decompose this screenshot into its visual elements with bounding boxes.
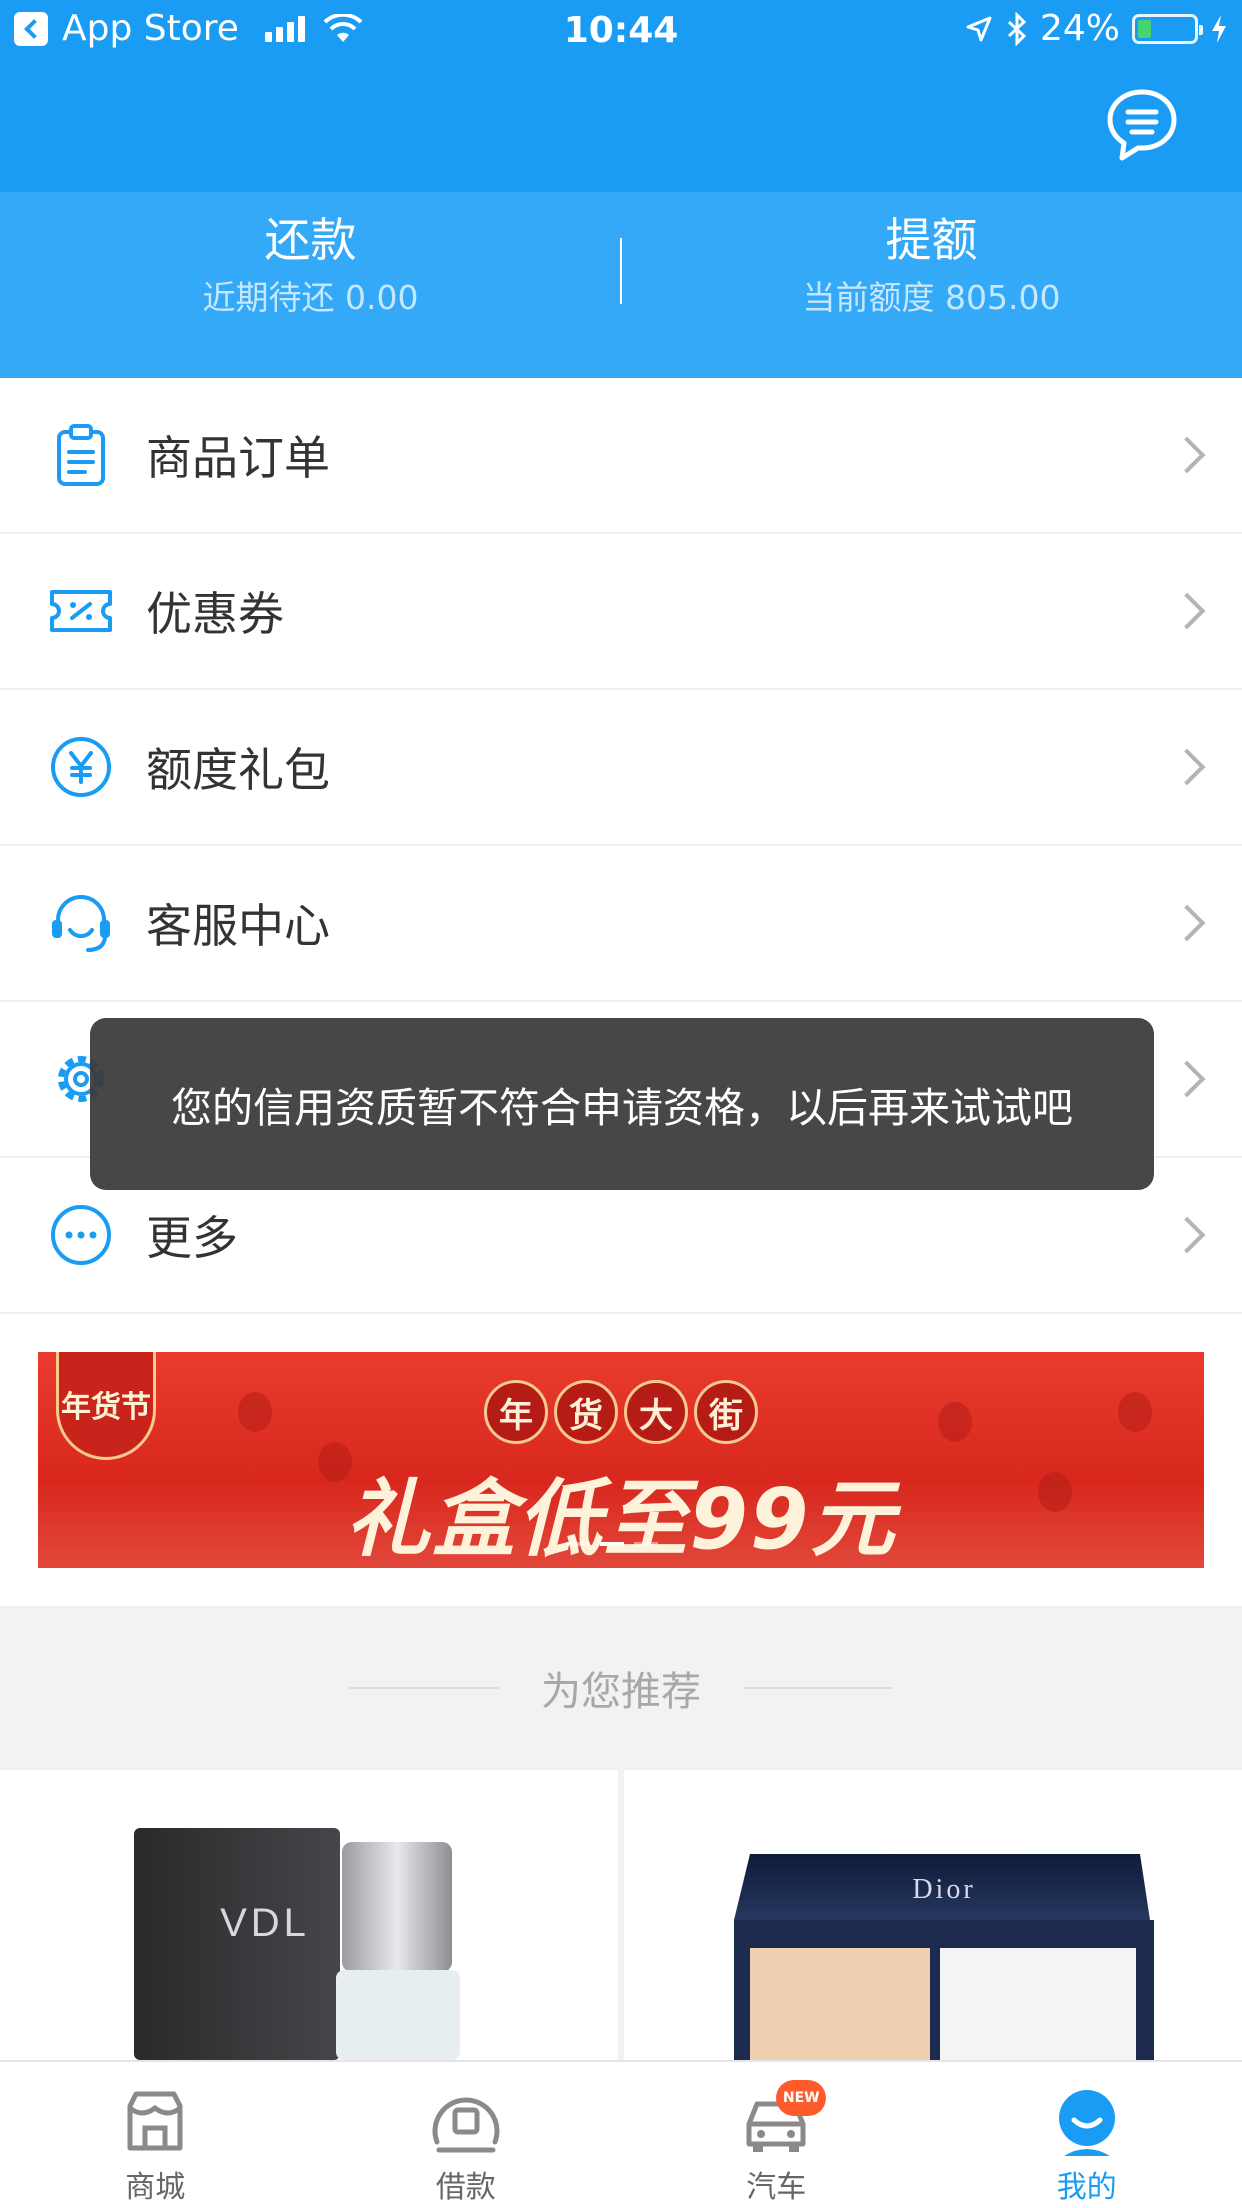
profile-icon <box>1058 2090 1115 2156</box>
quick-actions-divider <box>620 238 622 304</box>
product-brand-vdl: VDL <box>220 1901 310 1945</box>
product-brand-dior: Dior <box>912 1874 975 1905</box>
charging-icon <box>1212 14 1226 43</box>
banner-headline: 礼盒低至99元 <box>345 1470 897 1568</box>
divider-line <box>349 1687 499 1689</box>
menu-item-coupons[interactable]: 优惠券 <box>0 534 1242 690</box>
repay-subtitle: 近期待还 0.00 <box>202 278 419 317</box>
lantern-decoration <box>238 1392 272 1432</box>
product-grid: VDL Dior <box>0 1770 1242 2060</box>
banner-circle-char: 街 <box>694 1380 758 1444</box>
toast-message: 您的信用资质暂不符合申请资格，以后再来试试吧 <box>90 1018 1154 1190</box>
banner-ribbon: 年货节 <box>56 1352 156 1460</box>
promo-banner[interactable]: 年货节 年 货 大 街 礼盒低至99元 <box>38 1352 1204 1568</box>
menu-item-label: 额度礼包 <box>146 743 330 797</box>
tab-label: 借款 <box>435 2170 496 2205</box>
product-image: Dior <box>734 1854 1154 2060</box>
bluetooth-icon <box>1007 11 1027 46</box>
banner-circle-char: 大 <box>624 1380 688 1444</box>
chevron-right-icon <box>1168 592 1206 630</box>
raise-limit-subtitle: 当前额度 805.00 <box>802 278 1061 317</box>
product-card[interactable]: Dior <box>624 1770 1242 2060</box>
product-image: VDL <box>134 1828 460 2060</box>
menu-item-label: 优惠券 <box>146 587 284 641</box>
header <box>0 62 1242 192</box>
menu-item-credit-gift[interactable]: 额度礼包 <box>0 690 1242 846</box>
banner-circle-char: 年 <box>484 1380 548 1444</box>
tab-bar: 商城 借款 NEW 汽车 我的 <box>0 2060 1242 2208</box>
banner-circle-title: 年 货 大 街 <box>484 1380 758 1444</box>
pagination-dot[interactable] <box>600 1542 624 1546</box>
banner-pagination <box>566 1542 658 1546</box>
more-icon <box>51 1205 111 1265</box>
tab-label: 我的 <box>1056 2170 1117 2205</box>
recommend-header: 为您推荐 <box>0 1606 1242 1770</box>
pagination-dot[interactable] <box>634 1542 658 1546</box>
chevron-right-icon <box>1168 436 1206 474</box>
toast-text: 您的信用资质暂不符合申请资格，以后再来试试吧 <box>171 1084 1073 1132</box>
chevron-right-icon <box>1168 748 1206 786</box>
loan-icon <box>432 2097 500 2153</box>
coupon-icon <box>50 590 112 632</box>
tab-label: 汽车 <box>746 2170 807 2205</box>
raise-limit-title: 提额 <box>885 213 978 267</box>
tab-car[interactable]: NEW 汽车 <box>621 2062 932 2208</box>
chevron-right-icon <box>1168 1216 1206 1254</box>
clipboard-icon <box>57 424 105 486</box>
menu-item-label: 客服中心 <box>146 899 330 953</box>
new-badge: NEW <box>776 2080 827 2116</box>
lantern-decoration <box>938 1402 972 1442</box>
menu-item-orders[interactable]: 商品订单 <box>0 378 1242 534</box>
location-icon <box>966 16 992 41</box>
pagination-dot[interactable] <box>566 1542 590 1546</box>
quick-actions: 还款 近期待还 0.00 提额 当前额度 805.00 <box>0 192 1242 378</box>
store-icon <box>127 2091 183 2151</box>
battery-percent: 24% <box>1039 8 1120 49</box>
message-icon[interactable] <box>1106 88 1178 164</box>
recommend-title: 为您推荐 <box>541 1669 701 1715</box>
tab-profile[interactable]: 我的 <box>932 2062 1242 2208</box>
menu-item-label: 更多 <box>146 1211 238 1265</box>
repay-button[interactable]: 还款 近期待还 0.00 <box>0 192 621 378</box>
yuan-icon <box>51 737 111 797</box>
raise-limit-button[interactable]: 提额 当前额度 805.00 <box>621 192 1242 378</box>
banner-circle-char: 货 <box>554 1380 618 1444</box>
chevron-right-icon <box>1168 1060 1206 1098</box>
tab-loan[interactable]: 借款 <box>311 2062 622 2208</box>
menu-item-customer-service[interactable]: 客服中心 <box>0 846 1242 1002</box>
tab-store[interactable]: 商城 <box>0 2062 311 2208</box>
product-card[interactable]: VDL <box>0 1770 618 2060</box>
menu-item-label: 商品订单 <box>146 431 330 485</box>
tab-label: 商城 <box>125 2170 186 2205</box>
divider-line <box>743 1687 893 1689</box>
chevron-right-icon <box>1168 904 1206 942</box>
headset-icon <box>52 895 110 952</box>
battery-icon <box>1132 13 1203 44</box>
lantern-decoration <box>1118 1392 1152 1432</box>
status-bar: App Store 10:44 24% <box>0 0 1242 62</box>
repay-title: 还款 <box>264 213 357 267</box>
